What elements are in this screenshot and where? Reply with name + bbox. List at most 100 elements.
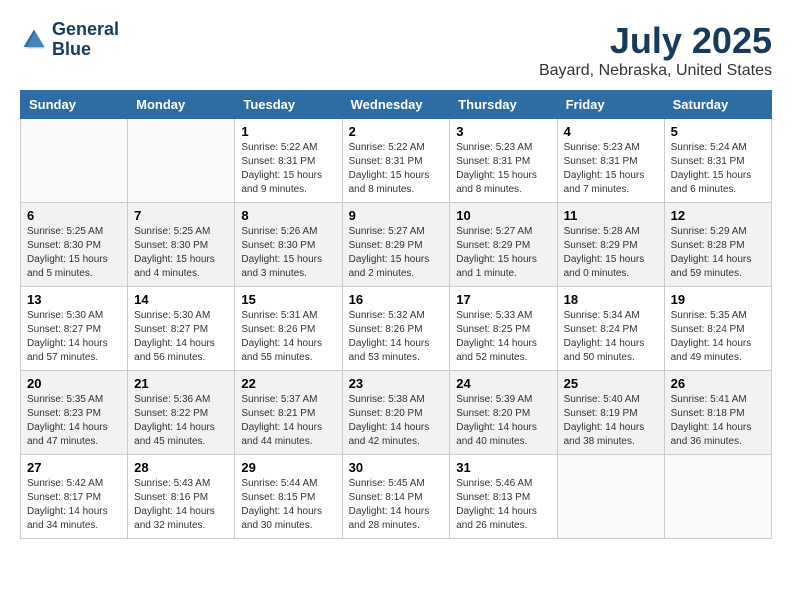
- day-info: Sunrise: 5:45 AM Sunset: 8:14 PM Dayligh…: [349, 477, 444, 533]
- day-number: 26: [671, 376, 765, 391]
- calendar-cell: 9 Sunrise: 5:27 AM Sunset: 8:29 PM Daylig…: [342, 203, 450, 287]
- day-number: 24: [456, 376, 550, 391]
- calendar-cell: 17 Sunrise: 5:33 AM Sunset: 8:25 PM Dayli…: [450, 287, 557, 371]
- day-number: 16: [349, 292, 444, 307]
- day-info: Sunrise: 5:30 AM Sunset: 8:27 PM Dayligh…: [27, 309, 121, 365]
- calendar-cell: [664, 455, 771, 539]
- column-header-saturday: Saturday: [664, 91, 771, 119]
- calendar-cell: [557, 455, 664, 539]
- calendar-cell: 30 Sunrise: 5:45 AM Sunset: 8:14 PM Dayli…: [342, 455, 450, 539]
- day-number: 4: [564, 124, 658, 139]
- day-number: 12: [671, 208, 765, 223]
- day-number: 3: [456, 124, 550, 139]
- day-info: Sunrise: 5:38 AM Sunset: 8:20 PM Dayligh…: [349, 393, 444, 449]
- page-title: July 2025: [539, 20, 772, 62]
- day-info: Sunrise: 5:33 AM Sunset: 8:25 PM Dayligh…: [456, 309, 550, 365]
- logo-text: General Blue: [52, 20, 119, 60]
- calendar-cell: 5Sunrise: 5:24 AM Sunset: 8:31 PM Daylig…: [664, 119, 771, 203]
- day-number: 9: [349, 208, 444, 223]
- day-info: Sunrise: 5:25 AM Sunset: 8:30 PM Dayligh…: [134, 225, 228, 281]
- calendar-cell: 2 Sunrise: 5:22 AM Sunset: 8:31 PM Daylig…: [342, 119, 450, 203]
- day-info: Sunrise: 5:26 AM Sunset: 8:30 PM Dayligh…: [241, 225, 335, 281]
- day-info: Sunrise: 5:44 AM Sunset: 8:15 PM Dayligh…: [241, 477, 335, 533]
- day-number: 31: [456, 460, 550, 475]
- calendar-cell: 4 Sunrise: 5:23 AM Sunset: 8:31 PM Daylig…: [557, 119, 664, 203]
- day-info: Sunrise: 5:30 AM Sunset: 8:27 PM Dayligh…: [134, 309, 228, 365]
- day-info: Sunrise: 5:37 AM Sunset: 8:21 PM Dayligh…: [241, 393, 335, 449]
- day-info: Sunrise: 5:35 AM Sunset: 8:23 PM Dayligh…: [27, 393, 121, 449]
- day-info: Sunrise: 5:29 AM Sunset: 8:28 PM Dayligh…: [671, 225, 765, 281]
- calendar-cell: 1 Sunrise: 5:22 AM Sunset: 8:31 PM Daylig…: [235, 119, 342, 203]
- calendar-cell: 6 Sunrise: 5:25 AM Sunset: 8:30 PM Daylig…: [21, 203, 128, 287]
- calendar-cell: 21Sunrise: 5:36 AM Sunset: 8:22 PM Dayli…: [128, 371, 235, 455]
- day-info: Sunrise: 5:25 AM Sunset: 8:30 PM Dayligh…: [27, 225, 121, 281]
- day-info: Sunrise: 5:32 AM Sunset: 8:26 PM Dayligh…: [349, 309, 444, 365]
- calendar-cell: 16 Sunrise: 5:32 AM Sunset: 8:26 PM Dayli…: [342, 287, 450, 371]
- calendar-cell: 29Sunrise: 5:44 AM Sunset: 8:15 PM Dayli…: [235, 455, 342, 539]
- day-number: 10: [456, 208, 550, 223]
- calendar-week-row: 20Sunrise: 5:35 AM Sunset: 8:23 PM Dayli…: [21, 371, 772, 455]
- day-info: Sunrise: 5:35 AM Sunset: 8:24 PM Dayligh…: [671, 309, 765, 365]
- calendar-cell: 28 Sunrise: 5:43 AM Sunset: 8:16 PM Dayli…: [128, 455, 235, 539]
- calendar-cell: 14 Sunrise: 5:30 AM Sunset: 8:27 PM Dayli…: [128, 287, 235, 371]
- calendar-week-row: 13 Sunrise: 5:30 AM Sunset: 8:27 PM Dayli…: [21, 287, 772, 371]
- column-header-tuesday: Tuesday: [235, 91, 342, 119]
- day-info: Sunrise: 5:42 AM Sunset: 8:17 PM Dayligh…: [27, 477, 121, 533]
- day-number: 30: [349, 460, 444, 475]
- calendar-cell: 31 Sunrise: 5:46 AM Sunset: 8:13 PM Dayli…: [450, 455, 557, 539]
- calendar-cell: [21, 119, 128, 203]
- day-number: 14: [134, 292, 228, 307]
- calendar-cell: [128, 119, 235, 203]
- calendar-cell: 25 Sunrise: 5:40 AM Sunset: 8:19 PM Dayli…: [557, 371, 664, 455]
- page-header: General Blue July 2025 Bayard, Nebraska,…: [20, 20, 772, 80]
- day-number: 6: [27, 208, 121, 223]
- day-info: Sunrise: 5:27 AM Sunset: 8:29 PM Dayligh…: [349, 225, 444, 281]
- day-number: 22: [241, 376, 335, 391]
- calendar-week-row: 27 Sunrise: 5:42 AM Sunset: 8:17 PM Dayli…: [21, 455, 772, 539]
- day-info: Sunrise: 5:22 AM Sunset: 8:31 PM Dayligh…: [241, 141, 335, 197]
- calendar-cell: 26 Sunrise: 5:41 AM Sunset: 8:18 PM Dayli…: [664, 371, 771, 455]
- day-number: 28: [134, 460, 228, 475]
- day-number: 1: [241, 124, 335, 139]
- calendar-cell: 24 Sunrise: 5:39 AM Sunset: 8:20 PM Dayli…: [450, 371, 557, 455]
- day-info: Sunrise: 5:23 AM Sunset: 8:31 PM Dayligh…: [564, 141, 658, 197]
- calendar-week-row: 6 Sunrise: 5:25 AM Sunset: 8:30 PM Daylig…: [21, 203, 772, 287]
- day-info: Sunrise: 5:27 AM Sunset: 8:29 PM Dayligh…: [456, 225, 550, 281]
- day-number: 13: [27, 292, 121, 307]
- page-subtitle: Bayard, Nebraska, United States: [539, 62, 772, 80]
- day-info: Sunrise: 5:43 AM Sunset: 8:16 PM Dayligh…: [134, 477, 228, 533]
- column-header-sunday: Sunday: [21, 91, 128, 119]
- day-info: Sunrise: 5:46 AM Sunset: 8:13 PM Dayligh…: [456, 477, 550, 533]
- day-number: 19: [671, 292, 765, 307]
- title-block: July 2025 Bayard, Nebraska, United State…: [539, 20, 772, 80]
- day-info: Sunrise: 5:41 AM Sunset: 8:18 PM Dayligh…: [671, 393, 765, 449]
- day-number: 17: [456, 292, 550, 307]
- calendar-cell: 27 Sunrise: 5:42 AM Sunset: 8:17 PM Dayli…: [21, 455, 128, 539]
- day-number: 27: [27, 460, 121, 475]
- calendar-table: SundayMondayTuesdayWednesdayThursdayFrid…: [20, 90, 772, 539]
- logo: General Blue: [20, 20, 119, 60]
- calendar-cell: 20Sunrise: 5:35 AM Sunset: 8:23 PM Dayli…: [21, 371, 128, 455]
- calendar-cell: 22 Sunrise: 5:37 AM Sunset: 8:21 PM Dayli…: [235, 371, 342, 455]
- day-info: Sunrise: 5:22 AM Sunset: 8:31 PM Dayligh…: [349, 141, 444, 197]
- day-info: Sunrise: 5:39 AM Sunset: 8:20 PM Dayligh…: [456, 393, 550, 449]
- calendar-cell: 19 Sunrise: 5:35 AM Sunset: 8:24 PM Dayli…: [664, 287, 771, 371]
- day-number: 2: [349, 124, 444, 139]
- calendar-cell: 15Sunrise: 5:31 AM Sunset: 8:26 PM Dayli…: [235, 287, 342, 371]
- day-number: 15: [241, 292, 335, 307]
- day-info: Sunrise: 5:34 AM Sunset: 8:24 PM Dayligh…: [564, 309, 658, 365]
- calendar-cell: 12 Sunrise: 5:29 AM Sunset: 8:28 PM Dayli…: [664, 203, 771, 287]
- day-number: 7: [134, 208, 228, 223]
- calendar-cell: 7 Sunrise: 5:25 AM Sunset: 8:30 PM Daylig…: [128, 203, 235, 287]
- logo-icon: [20, 26, 48, 54]
- column-header-wednesday: Wednesday: [342, 91, 450, 119]
- day-info: Sunrise: 5:24 AM Sunset: 8:31 PM Dayligh…: [671, 141, 765, 197]
- day-info: Sunrise: 5:36 AM Sunset: 8:22 PM Dayligh…: [134, 393, 228, 449]
- calendar-week-row: 1 Sunrise: 5:22 AM Sunset: 8:31 PM Daylig…: [21, 119, 772, 203]
- day-info: Sunrise: 5:40 AM Sunset: 8:19 PM Dayligh…: [564, 393, 658, 449]
- column-header-friday: Friday: [557, 91, 664, 119]
- day-info: Sunrise: 5:28 AM Sunset: 8:29 PM Dayligh…: [564, 225, 658, 281]
- calendar-cell: 13 Sunrise: 5:30 AM Sunset: 8:27 PM Dayli…: [21, 287, 128, 371]
- day-number: 8: [241, 208, 335, 223]
- day-number: 25: [564, 376, 658, 391]
